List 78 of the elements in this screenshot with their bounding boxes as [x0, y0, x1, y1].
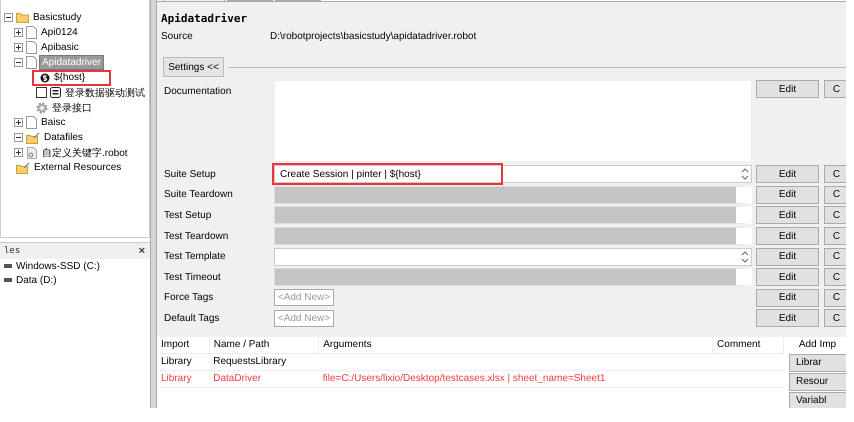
table-cell: Library [157, 353, 210, 370]
spinner-icon [740, 167, 750, 182]
settings-toggle-button[interactable]: Settings << [163, 57, 224, 77]
drive-item[interactable]: Windows-SSD (C:) [16, 260, 100, 272]
collapse-icon[interactable] [14, 133, 23, 142]
spinner-icon [740, 250, 750, 264]
setting-field[interactable]: Create Session | pinter | ${host} [274, 165, 752, 184]
table-cell: RequestsLibrary [209, 353, 319, 370]
tree-item[interactable]: 登录接口 [50, 100, 94, 116]
edit-button[interactable]: Edit [756, 165, 819, 184]
tree-item[interactable]: Basicstudy [31, 11, 84, 24]
gear-icon [36, 102, 48, 114]
expand-icon[interactable] [14, 43, 23, 52]
splitter[interactable] [150, 0, 157, 408]
column-header[interactable]: Arguments [318, 336, 713, 354]
setting-label: Test Template [164, 251, 227, 262]
clear-button[interactable]: C [824, 288, 846, 307]
setting-label: Documentation [164, 86, 232, 97]
page-icon [26, 56, 37, 69]
add-import-label: Add Imp [798, 338, 838, 352]
tree-item[interactable]: External Resources [32, 161, 124, 174]
setting-label: Test Teardown [164, 230, 230, 242]
column-header[interactable]: Name / Path [209, 336, 319, 354]
test-case-icon [50, 87, 61, 98]
documentation-field[interactable] [274, 80, 752, 162]
table-cell: DataDriver [209, 370, 319, 388]
expand-icon[interactable] [14, 28, 23, 37]
setting-label: Force Tags [164, 292, 214, 304]
setting-label: Default Tags [164, 312, 220, 324]
expand-icon[interactable] [14, 148, 23, 157]
setting-field[interactable] [274, 248, 752, 266]
tree-item[interactable]: Apibasic [39, 41, 81, 54]
source-label: Source [161, 31, 194, 42]
field-value: Create Session | pinter | ${host} [280, 168, 421, 180]
collapse-icon[interactable] [4, 13, 13, 22]
folder-pencil-icon [26, 132, 40, 144]
setting-label: Suite Setup [164, 168, 217, 180]
tree-item[interactable]: ${host} [52, 71, 88, 84]
add-import-button[interactable]: Librar [789, 354, 846, 372]
tree-item[interactable]: 登录数据驱动测试 [63, 84, 147, 100]
add-import-button[interactable]: Variabl [789, 392, 846, 408]
edit-button[interactable]: Edit [756, 288, 819, 307]
table-cell: Library [157, 370, 210, 388]
source-path: D:\robotprojects\basicstudy\apidatadriver.robot [270, 31, 476, 42]
clear-button[interactable]: C [824, 80, 846, 98]
drive-item[interactable]: Data (D:) [16, 274, 57, 286]
tree-item[interactable]: Baisc [39, 116, 68, 129]
tree-item[interactable]: Api0124 [39, 26, 80, 39]
dollar-coin-icon [40, 72, 50, 82]
page-icon [26, 116, 37, 129]
edit-button[interactable]: Edit [756, 80, 819, 98]
tree-item[interactable]: 自定义关键字.robot [40, 144, 130, 160]
page-icon [26, 26, 37, 39]
gear-page-icon [26, 146, 38, 158]
panel-title: les [4, 246, 20, 256]
drive-icon [4, 278, 12, 282]
checkbox[interactable] [36, 87, 47, 98]
folder-pencil-icon [16, 162, 30, 174]
suite-title: Apidatadriver [161, 12, 248, 25]
collapse-icon[interactable] [14, 58, 23, 67]
setting-label: Suite Teardown [164, 189, 234, 200]
edit-button[interactable]: Edit [756, 309, 819, 328]
close-button[interactable]: × [138, 245, 145, 257]
column-header[interactable]: Comment [712, 336, 784, 354]
drive-icon [4, 264, 12, 268]
setting-label: Test Timeout [164, 272, 222, 283]
setting-label: Test Setup [164, 210, 212, 221]
clear-button[interactable]: C [824, 309, 846, 328]
tree-item[interactable]: Datafiles [42, 131, 85, 144]
add-import-button[interactable]: Resour [789, 372, 846, 391]
folder-icon [16, 12, 29, 23]
table-cell: file=C:/Users/lixio/Desktop/testcases.xlsx | sheet_name=Sheet1 [318, 370, 713, 388]
clear-button[interactable]: C [824, 165, 846, 184]
column-header[interactable]: Import [157, 336, 210, 354]
page-icon [26, 41, 37, 54]
expand-icon[interactable] [14, 118, 23, 127]
clear-button[interactable]: C [824, 248, 846, 266]
edit-button[interactable]: Edit [756, 248, 819, 266]
